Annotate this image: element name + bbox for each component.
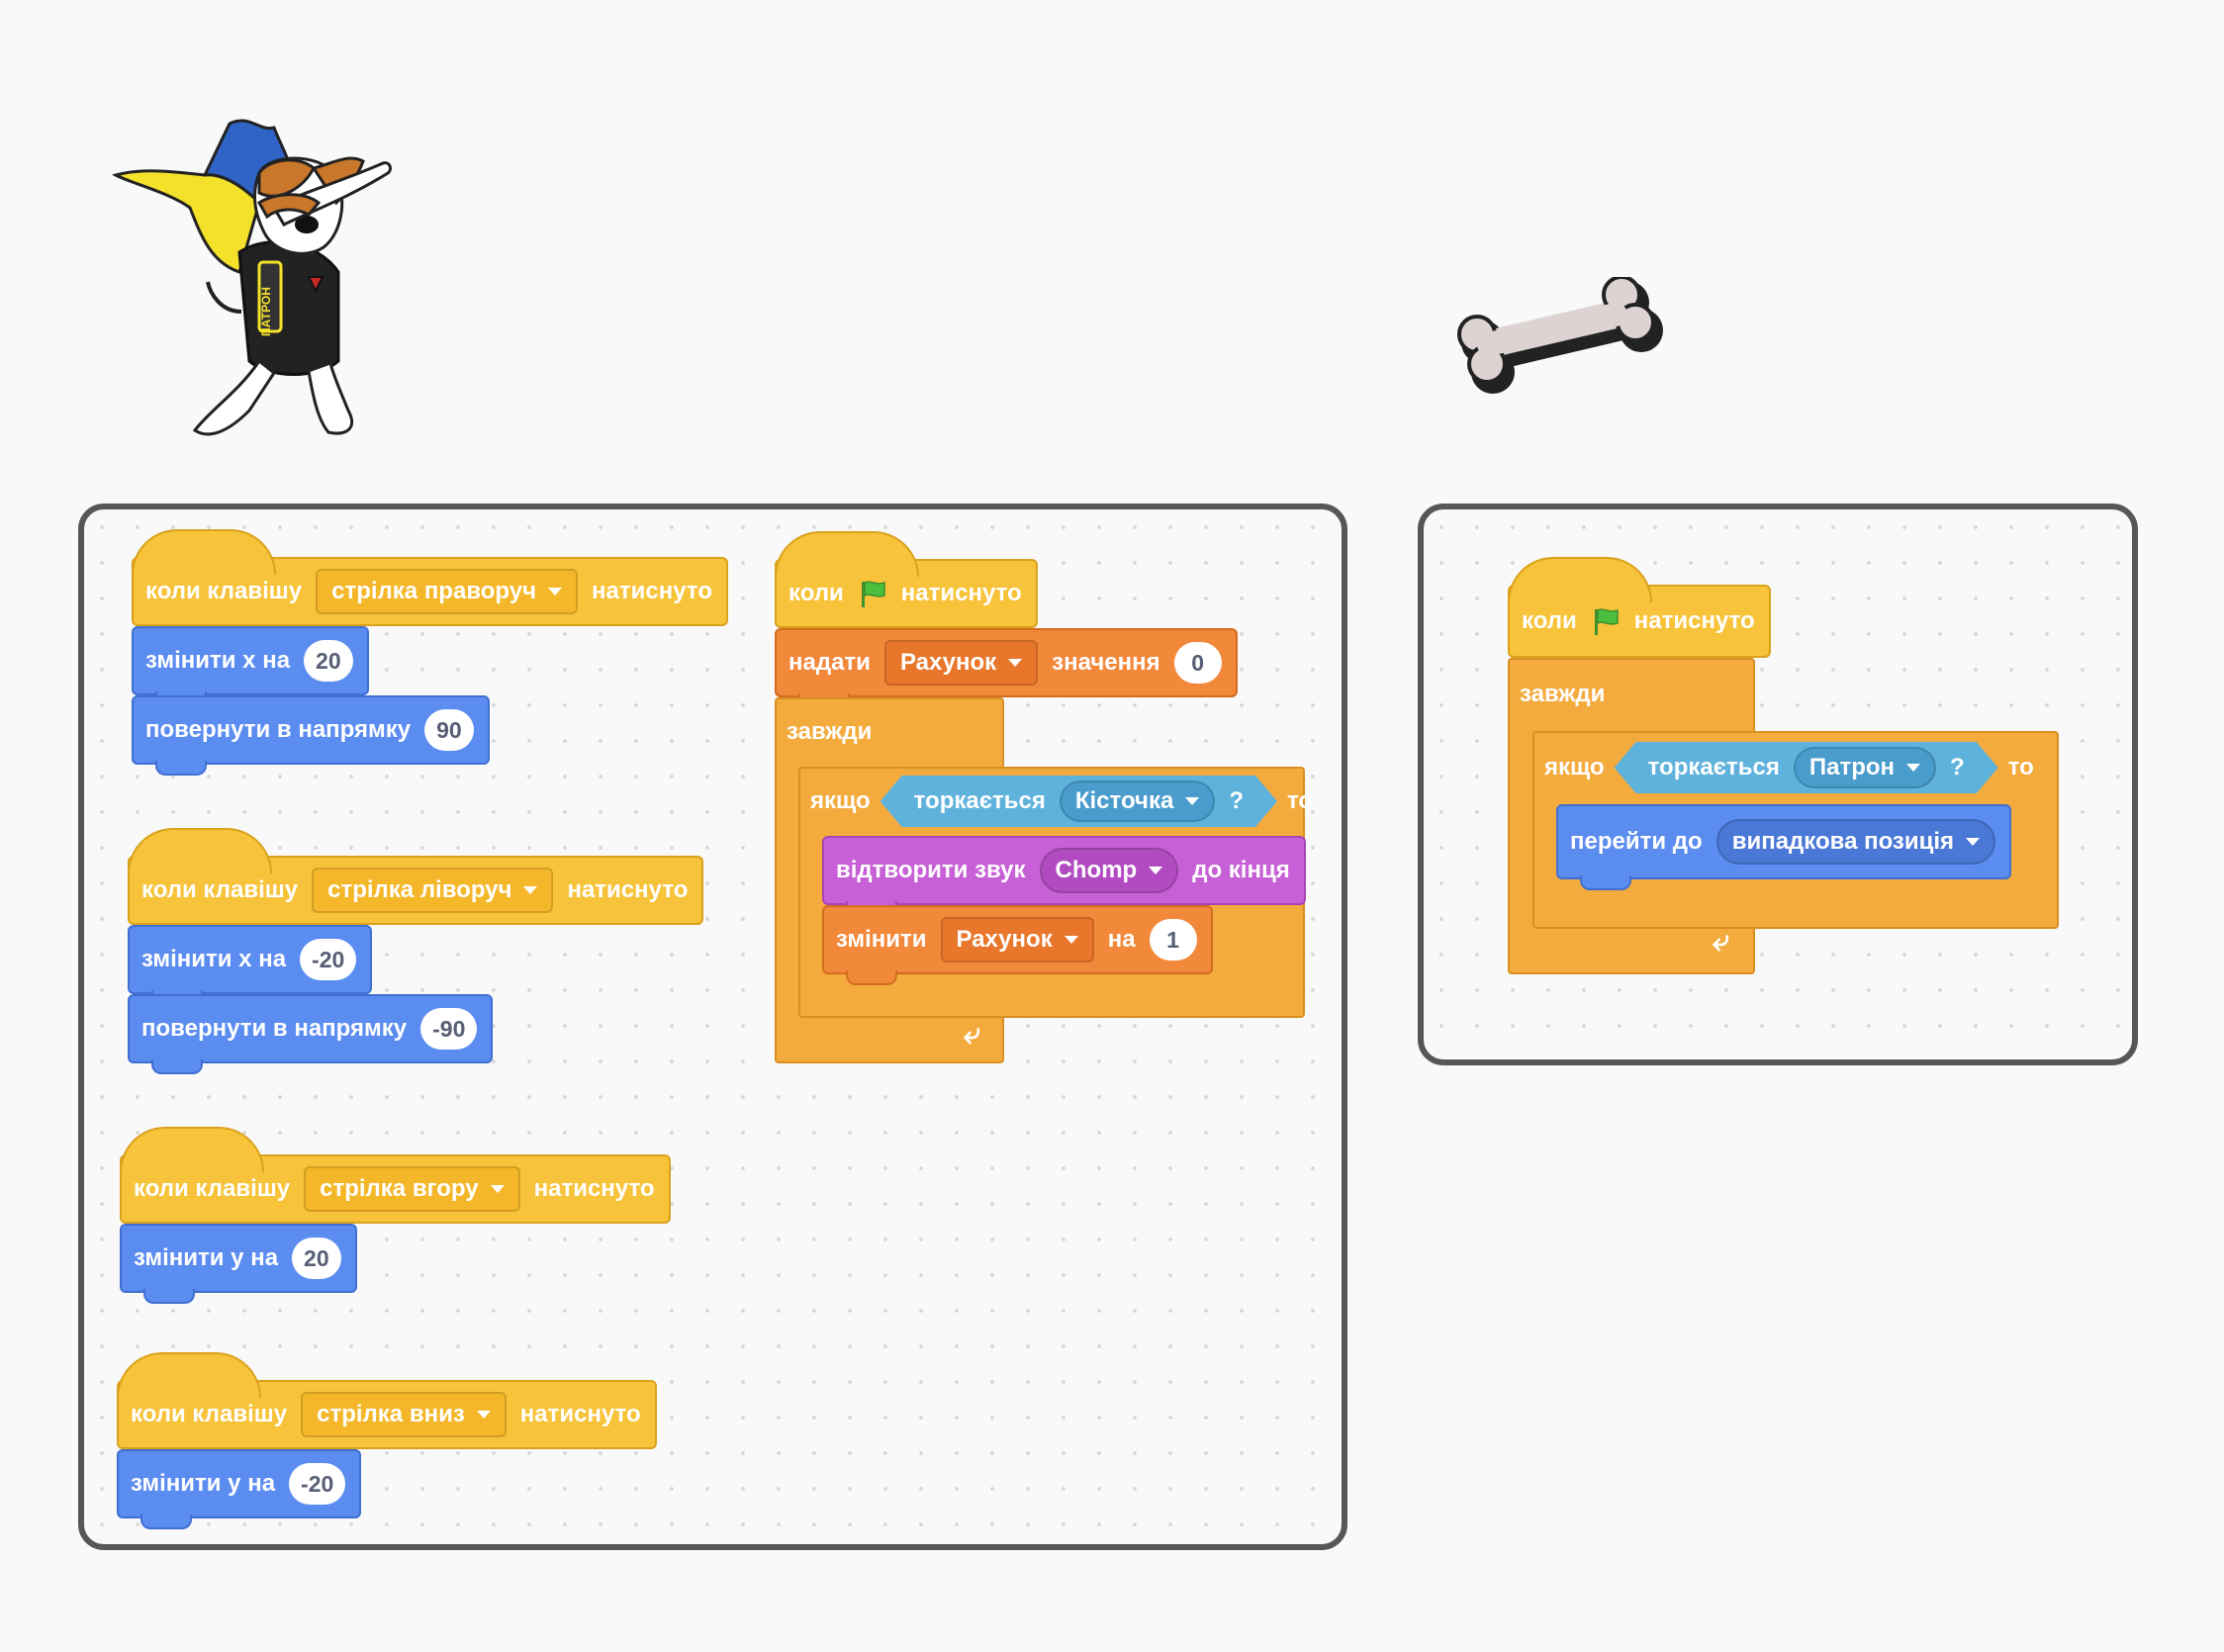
label: коли xyxy=(1522,607,1577,634)
label: натиснуто xyxy=(1633,607,1755,634)
set-value-input[interactable]: 0 xyxy=(1173,642,1222,684)
set-variable-block[interactable]: надати Рахунок значення 0 xyxy=(775,628,1238,708)
label: змінити y на xyxy=(134,1244,279,1271)
bone-script-panel: коли натиснуто завжди ⤶ якщо торкається … xyxy=(1418,504,2138,1065)
if-block[interactable]: якщо торкається Патрон ? то xyxy=(1532,731,2059,804)
key-dropdown-up[interactable]: стрілка вгору xyxy=(304,1166,520,1212)
label: змінити xyxy=(836,926,927,953)
label: натиснуто xyxy=(519,1401,641,1427)
label: натиснуто xyxy=(592,578,712,604)
when-key-left-hat[interactable]: коли клавішу стрілка ліворуч натиснуто xyxy=(128,828,704,925)
forever-block[interactable]: завжди xyxy=(1508,658,1755,731)
label: коли клавішу xyxy=(134,1175,291,1202)
patron-dog-sprite-icon: ПАТРОН xyxy=(111,119,392,436)
loop-arrow-icon: ⤶ xyxy=(1713,925,1729,958)
forever-block[interactable]: завжди xyxy=(775,697,1004,767)
when-key-right-hat[interactable]: коли клавішу стрілка праворуч натиснуто xyxy=(132,529,728,626)
chevron-down-icon xyxy=(523,886,538,894)
question-mark: ? xyxy=(1950,754,1965,780)
chevron-down-icon xyxy=(1149,867,1163,874)
go-to-target-dropdown[interactable]: випадкова позиція xyxy=(1715,819,1996,865)
label: завжди xyxy=(1520,681,1606,707)
touch-target-dropdown[interactable]: Кісточка xyxy=(1060,780,1215,822)
label: до кінця xyxy=(1192,857,1290,883)
label: змінити y на xyxy=(131,1470,276,1497)
dog-script-panel: коли клавішу стрілка праворуч натиснуто … xyxy=(78,504,1347,1550)
change-x-block[interactable]: змінити x на -20 xyxy=(128,925,373,1005)
label: натиснуто xyxy=(533,1175,655,1202)
label: повернути в напрямку xyxy=(141,1015,408,1042)
change-variable-block[interactable]: змінити Рахунок на 1 xyxy=(822,905,1213,985)
dog-badge-text: ПАТРОН xyxy=(259,287,273,336)
change-value-input[interactable]: 1 xyxy=(1149,919,1197,961)
green-flag-icon xyxy=(861,581,885,607)
when-flag-clicked-hat[interactable]: коли натиснуто xyxy=(775,531,1038,628)
label: якщо xyxy=(1544,754,1605,780)
label: торкається xyxy=(1647,754,1780,780)
chevron-down-icon xyxy=(1185,797,1199,805)
y-step-input[interactable]: -20 xyxy=(289,1463,346,1505)
chevron-down-icon xyxy=(1906,764,1920,772)
y-step-input[interactable]: 20 xyxy=(292,1238,341,1279)
label: відтворити звук xyxy=(836,857,1026,883)
label: змінити x на xyxy=(145,647,291,674)
x-step-input[interactable]: -20 xyxy=(300,939,357,980)
bone-sprite-icon xyxy=(1457,277,1663,394)
question-mark: ? xyxy=(1229,787,1244,814)
direction-input[interactable]: -90 xyxy=(420,1008,478,1050)
x-step-input[interactable]: 20 xyxy=(304,640,353,682)
label: коли клавішу xyxy=(145,578,303,604)
label: то xyxy=(1286,787,1314,814)
loop-arrow-icon: ⤶ xyxy=(964,1018,980,1051)
label: торкається xyxy=(913,787,1046,814)
change-y-block[interactable]: змінити y на -20 xyxy=(117,1449,362,1529)
chevron-down-icon xyxy=(490,1185,505,1193)
key-dropdown-left[interactable]: стрілка ліворуч xyxy=(312,868,554,913)
label: завжди xyxy=(787,718,873,745)
label: натиснуто xyxy=(900,580,1022,606)
chevron-down-icon xyxy=(1966,838,1981,846)
change-x-block[interactable]: змінити x на 20 xyxy=(132,626,369,706)
point-direction-block[interactable]: повернути в напрямку 90 xyxy=(132,695,490,776)
label: коли xyxy=(788,580,844,606)
when-key-up-hat[interactable]: коли клавішу стрілка вгору натиснуто xyxy=(120,1127,671,1224)
chevron-down-icon xyxy=(1008,659,1023,667)
play-sound-until-done-block[interactable]: відтворити звук Chomp до кінця xyxy=(822,836,1306,916)
label: повернути в напрямку xyxy=(145,716,412,743)
variable-dropdown[interactable]: Рахунок xyxy=(883,640,1039,686)
direction-input[interactable]: 90 xyxy=(424,709,474,751)
when-flag-clicked-hat[interactable]: коли натиснуто xyxy=(1508,557,1771,658)
touching-condition[interactable]: торкається Патрон ? xyxy=(1615,742,1998,793)
green-flag-icon xyxy=(1594,608,1619,635)
label: то xyxy=(2007,754,2034,780)
point-direction-block[interactable]: повернути в напрямку -90 xyxy=(128,994,494,1074)
touching-condition[interactable]: торкається Кісточка ? xyxy=(880,776,1277,827)
sound-dropdown[interactable]: Chomp xyxy=(1039,848,1179,893)
label: якщо xyxy=(810,787,871,814)
key-dropdown-down[interactable]: стрілка вниз xyxy=(301,1392,507,1437)
chevron-down-icon xyxy=(1064,936,1078,944)
variable-dropdown[interactable]: Рахунок xyxy=(940,917,1094,963)
go-to-block[interactable]: перейти до випадкова позиція xyxy=(1556,804,2012,890)
chevron-down-icon xyxy=(476,1411,491,1419)
chevron-down-icon xyxy=(548,588,563,596)
touch-target-dropdown[interactable]: Патрон xyxy=(1794,747,1936,788)
key-dropdown-right[interactable]: стрілка праворуч xyxy=(316,569,579,614)
change-y-block[interactable]: змінити y на 20 xyxy=(120,1224,357,1304)
label: змінити x на xyxy=(141,946,287,972)
if-block[interactable]: якщо торкається Кісточка ? то xyxy=(798,767,1313,836)
label: перейти до xyxy=(1570,828,1703,855)
label: натиснуто xyxy=(567,876,689,903)
label: на xyxy=(1107,926,1136,953)
label: значення xyxy=(1052,649,1160,676)
when-key-down-hat[interactable]: коли клавішу стрілка вниз натиснуто xyxy=(117,1352,657,1449)
label: надати xyxy=(788,649,871,676)
label: коли клавішу xyxy=(141,876,299,903)
label: коли клавішу xyxy=(131,1401,288,1427)
